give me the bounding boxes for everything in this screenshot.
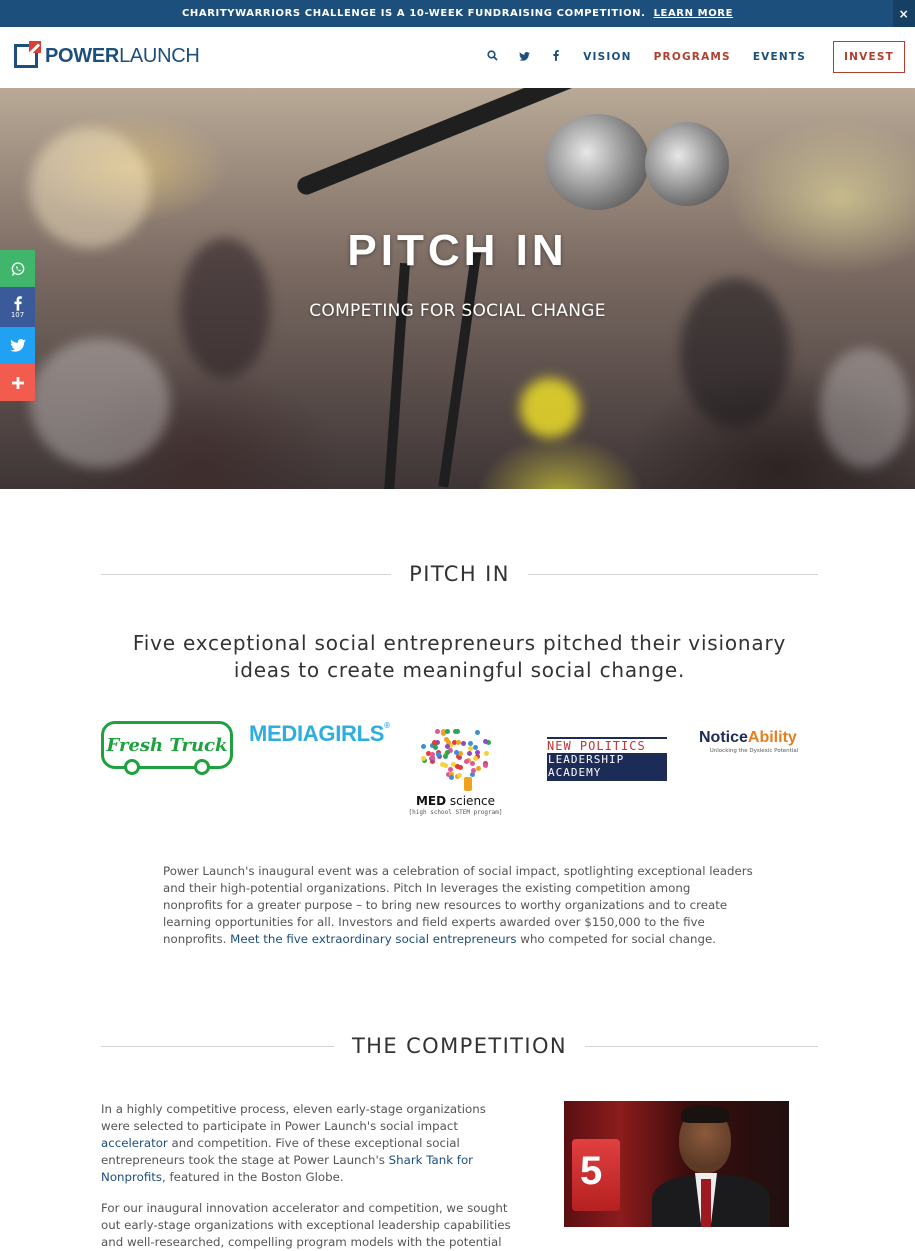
whatsapp-icon (11, 261, 24, 276)
divider (527, 573, 818, 575)
divider (101, 573, 392, 575)
plus-icon (11, 376, 24, 389)
nav-programs[interactable]: PROGRAMS (654, 51, 731, 63)
close-icon[interactable]: × (893, 0, 915, 27)
new-politics-leadership-academy-logo[interactable]: NEW POLITICS LEADERSHIP ACADEMY (547, 737, 667, 781)
media-girls-logo[interactable]: MEDIAGIRLS® (249, 721, 390, 747)
facebook-share-button[interactable]: 107 (0, 287, 35, 327)
hero-banner: PITCH IN COMPETING FOR SOCIAL CHANGE (0, 88, 915, 489)
lead-text: Five exceptional social entrepreneurs pi… (132, 631, 787, 682)
site-header: POWERLAUNCH VISION PROGRAMS EVENTS INVES… (0, 27, 915, 88)
media-girls-label: MEDIAGIRLS (249, 721, 385, 746)
twitter-share-button[interactable] (0, 327, 35, 364)
facebook-icon[interactable] (540, 50, 572, 64)
noticeability-tagline: Unlocking the Dyslexic Potential (709, 748, 799, 754)
competition-paragraph-2: For our inaugural innovation accelerator… (101, 1201, 511, 1249)
noticeability-logo[interactable]: NoticeAbility Unlocking the Dyslexic Pot… (699, 729, 809, 754)
announcement-text: CHARITYWARRIORS CHALLENGE IS A 10-WEEK F… (181, 8, 646, 19)
hero-title: PITCH IN (347, 226, 568, 275)
med-science-tagline: [high school STEM program] (408, 809, 503, 816)
twitter-icon[interactable] (508, 51, 540, 64)
nav-events[interactable]: EVENTS (753, 51, 806, 63)
npla-line-3: ACADEMY (547, 766, 667, 779)
twitter-icon (9, 339, 26, 352)
noticeability-label: NoticeAbility (699, 729, 797, 746)
accelerator-link[interactable]: accelerator (101, 1136, 168, 1150)
nav-vision[interactable]: VISION (583, 51, 631, 63)
whatsapp-share-button[interactable] (0, 250, 35, 287)
channel-number: 5 (580, 1149, 603, 1193)
facebook-icon (13, 295, 22, 311)
divider (585, 1045, 818, 1047)
microphone-icon (545, 114, 649, 210)
main-nav: VISION PROGRAMS EVENTS INVEST (476, 41, 905, 73)
fresh-truck-label: Fresh Truck (106, 734, 228, 756)
logo-text: POWERLAUNCH (45, 44, 200, 67)
learn-more-link[interactable]: LEARN MORE (654, 8, 733, 19)
section-title: PITCH IN (409, 562, 510, 586)
npla-line-2: LEADERSHIP (547, 753, 667, 766)
npla-line-1: NEW POLITICS (547, 737, 667, 753)
hero-subtitle: COMPETING FOR SOCIAL CHANGE (309, 301, 606, 321)
competition-paragraph-1: In a highly competitive process, eleven … (101, 1102, 486, 1184)
logo-mark-icon (14, 41, 41, 68)
brain-icon (416, 722, 496, 792)
invest-button[interactable]: INVEST (833, 41, 905, 73)
section-title: THE COMPETITION (351, 1034, 568, 1058)
med-science-logo[interactable]: MED science [high school STEM program] (398, 722, 513, 816)
share-bar: 107 (0, 250, 35, 401)
fresh-truck-logo[interactable]: Fresh Truck (101, 721, 233, 775)
pitch-in-description: Power Launch's inaugural event was a cel… (163, 864, 753, 946)
divider (101, 1045, 334, 1047)
microphone-icon (645, 122, 729, 206)
med-science-label: MED science (415, 794, 496, 808)
section-heading-competition: THE COMPETITION (101, 1031, 818, 1061)
meet-entrepreneurs-link[interactable]: Meet the five extraordinary social entre… (230, 932, 516, 946)
facebook-share-count: 107 (10, 310, 25, 319)
announcement-bar: CHARITYWARRIORS CHALLENGE IS A 10-WEEK F… (0, 0, 915, 27)
entrepreneur-photo: 5 (564, 1101, 789, 1227)
mic-stand-icon (294, 88, 580, 198)
section-heading-pitch-in: PITCH IN (101, 559, 818, 589)
more-share-button[interactable] (0, 364, 35, 401)
powerlaunch-logo[interactable]: POWERLAUNCH (14, 41, 200, 68)
search-icon[interactable] (476, 50, 508, 64)
